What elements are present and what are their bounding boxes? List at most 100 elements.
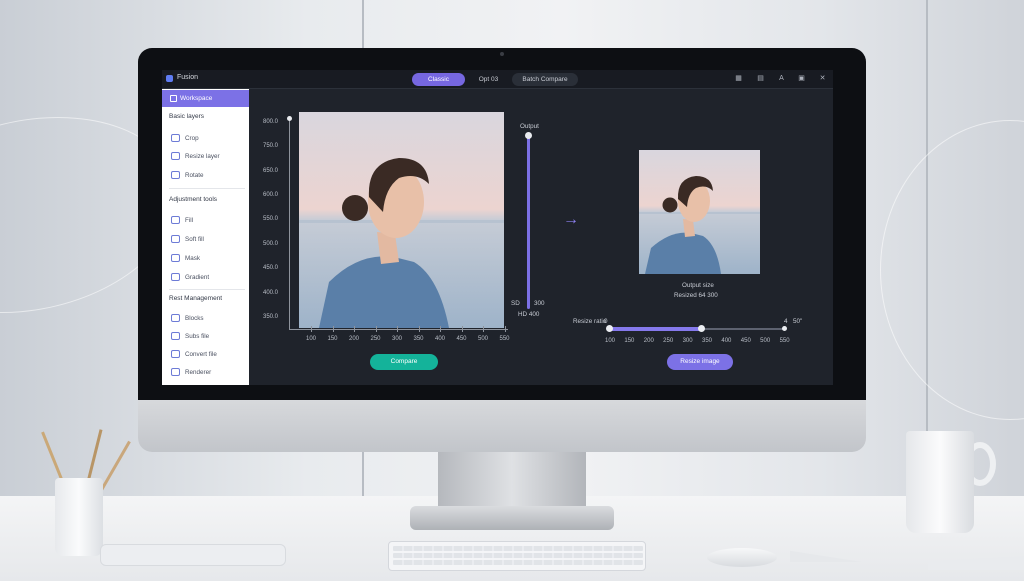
mask-icon	[171, 254, 180, 262]
x-tick-label: 100	[305, 336, 316, 342]
vertical-slider-handle[interactable]	[525, 132, 532, 139]
x-tick-label: 450	[456, 336, 467, 342]
sidebar-item-fill[interactable]: Fill	[171, 215, 245, 226]
x-tick	[483, 326, 484, 332]
text-icon[interactable]: A	[777, 74, 786, 84]
file-icon	[171, 332, 180, 340]
resize-ratio-max-value: 50"	[793, 318, 803, 325]
resize-slider-end-handle[interactable]	[782, 326, 787, 331]
resize-slider-fill	[609, 327, 701, 331]
fill-icon	[171, 216, 180, 224]
blocks-icon	[171, 314, 180, 322]
vertical-slider-min: SD	[511, 300, 520, 307]
resize-ratio-label: Resize ratio	[573, 318, 607, 325]
sidebar-item-crop[interactable]: Crop	[171, 133, 245, 144]
slider-tick-label: 250	[663, 338, 674, 344]
sidebar-header-label: Workspace	[180, 95, 213, 102]
portrait-photo	[299, 112, 504, 328]
x-tick-label: 150	[327, 336, 338, 342]
slider-tick-label: 450	[740, 338, 751, 344]
portrait-photo-preview	[639, 150, 760, 274]
keyboard	[388, 541, 646, 571]
x-tick	[397, 326, 398, 332]
app-title: Fusion	[177, 74, 199, 81]
sidebar-header[interactable]: Workspace	[162, 90, 249, 107]
x-tick	[461, 326, 463, 332]
x-tick	[440, 326, 441, 332]
sidebar-item-label: Soft fill	[185, 236, 204, 243]
convert-icon	[171, 350, 180, 358]
sidebar-item-label: Mask	[185, 255, 201, 262]
layers-icon[interactable]: ▤	[756, 74, 765, 84]
sidebar-item-convert-file[interactable]: Convert file	[171, 349, 245, 360]
app-logo-icon	[166, 75, 173, 82]
sidebar-section-title: Adjustment tools	[169, 196, 218, 203]
close-icon[interactable]: ✕	[818, 74, 827, 84]
y-tick-label: 500.0	[262, 241, 278, 247]
sidebar-item-mask[interactable]: Mask	[171, 253, 245, 264]
grid-icon[interactable]: ▦	[734, 74, 743, 84]
sidebar-item-gradient[interactable]: Gradient	[171, 272, 245, 283]
x-tick	[311, 326, 312, 332]
vertical-slider-max: HD 400	[518, 311, 540, 318]
notepad	[100, 544, 286, 566]
mouse	[707, 548, 777, 567]
crop-icon	[171, 134, 180, 142]
sidebar-section-title: Basic layers	[169, 113, 205, 120]
sidebar-item-renderer[interactable]: Renderer	[171, 367, 245, 378]
sidebar-item-label: Crop	[185, 135, 199, 142]
x-tick-label: 300	[391, 336, 402, 342]
pencil-cup	[55, 478, 103, 556]
tab-classic[interactable]: Classic	[412, 73, 465, 86]
sidebar-item-blocks[interactable]: Blocks	[171, 313, 245, 324]
vertical-slider[interactable]	[527, 135, 530, 309]
preview-caption-size: Resized 64 300	[674, 292, 718, 299]
rotate-icon	[171, 171, 180, 179]
x-tick-label: 250	[370, 336, 381, 342]
sidebar-item-resize-layer[interactable]: Resize layer	[171, 151, 245, 162]
sidebar-item-label: Fill	[185, 217, 194, 224]
axis-handle[interactable]	[287, 116, 292, 121]
resize-ratio-max-label: 4	[784, 318, 788, 325]
x-tick	[332, 326, 334, 332]
sidebar-item-soft-fill[interactable]: Soft fill	[171, 234, 245, 245]
x-tick	[504, 326, 506, 332]
tab-opt[interactable]: Opt 03	[471, 73, 506, 86]
x-tick	[354, 326, 355, 332]
y-tick-label: 400.0	[262, 290, 278, 296]
resize-ratio-value: 0	[604, 318, 608, 325]
y-tick-label: 800.0	[262, 119, 278, 125]
y-tick-label: 650.0	[262, 168, 278, 174]
compare-button[interactable]: Compare	[370, 354, 438, 370]
soft-fill-icon	[171, 235, 180, 243]
sidebar-item-rotate[interactable]: Rotate	[171, 170, 245, 181]
monitor-base	[410, 506, 614, 530]
slider-tick-label: 100	[604, 338, 615, 344]
slider-tick-label: 150	[624, 338, 635, 344]
x-tick-label: 200	[348, 336, 359, 342]
resize-image-button[interactable]: Resize image	[667, 354, 733, 370]
resized-preview-image[interactable]	[639, 150, 760, 274]
x-axis	[289, 329, 508, 330]
app-window: Fusion Classic Opt 03 Batch Compare ▦ ▤ …	[162, 70, 833, 385]
workspace-icon	[170, 95, 177, 102]
y-tick-label: 550.0	[262, 216, 278, 222]
arrow-right-icon: →	[563, 211, 579, 228]
original-image[interactable]	[299, 112, 504, 328]
sidebar-item-label: Renderer	[185, 369, 212, 376]
grid-alt-icon[interactable]: ▣	[797, 74, 806, 84]
tab-batch-compare[interactable]: Batch Compare	[512, 73, 578, 86]
resize-slider-start-handle[interactable]	[606, 325, 613, 332]
x-tick-label: 350	[413, 336, 424, 342]
preview-caption: Output size	[682, 282, 714, 289]
sidebar-item-label: Resize layer	[185, 153, 220, 160]
sidebar-item-label: Gradient	[185, 274, 210, 281]
resize-slider-handle[interactable]	[697, 325, 705, 332]
slider-tick-label: 550	[779, 338, 790, 344]
vertical-slider-label: Output	[520, 123, 539, 130]
mug	[906, 431, 974, 533]
gradient-icon	[171, 273, 180, 281]
pencil	[86, 429, 103, 485]
sidebar-item-subs-file[interactable]: Subs file	[171, 331, 245, 342]
y-axis	[289, 118, 290, 329]
